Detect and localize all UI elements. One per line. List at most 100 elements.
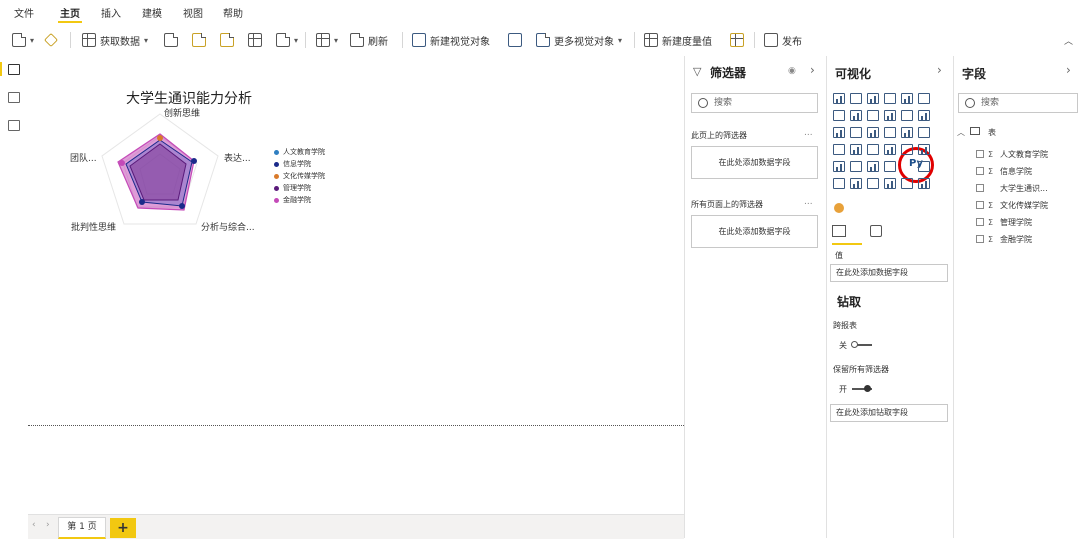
stacked-column-visual-icon[interactable]	[850, 93, 862, 104]
field-checkbox[interactable]	[976, 184, 984, 192]
r-visual-visual-icon[interactable]	[884, 161, 896, 172]
line-column-visual-icon[interactable]	[884, 110, 896, 121]
filled-map-visual-icon[interactable]	[850, 144, 862, 155]
refresh-button[interactable]: 刷新	[350, 30, 388, 50]
field-checkbox[interactable]	[976, 235, 984, 243]
field-checkbox[interactable]	[976, 150, 984, 158]
line-visual-icon[interactable]	[833, 110, 845, 121]
all-pages-filter-dropzone[interactable]: 在此处添加数据字段	[691, 215, 818, 248]
field-item[interactable]: Σ 文化传媒学院	[976, 199, 1048, 211]
clustered-bar-visual-icon[interactable]	[867, 93, 879, 104]
table-visual-icon[interactable]	[850, 161, 862, 172]
quick-measure-button[interactable]	[730, 30, 744, 50]
tab-file[interactable]: 文件	[14, 5, 34, 20]
more-visual-icon[interactable]	[918, 178, 930, 189]
radar-chart[interactable]	[100, 110, 230, 230]
field-checkbox[interactable]	[976, 201, 984, 209]
line-clustered-visual-icon[interactable]	[901, 110, 913, 121]
100pct-bar-visual-icon[interactable]	[901, 93, 913, 104]
tab-insert[interactable]: 插入	[101, 5, 121, 20]
ribbon-visual-icon[interactable]	[918, 110, 930, 121]
legend-item[interactable]: 管理学院	[274, 182, 325, 194]
point-top[interactable]	[157, 135, 163, 141]
card-visual-icon[interactable]	[884, 144, 896, 155]
stacked-area-visual-icon[interactable]	[867, 110, 879, 121]
slicer-visual-icon[interactable]	[833, 161, 845, 172]
add-page-button[interactable]: +	[110, 518, 136, 538]
field-item[interactable]: Σ 金融学院	[976, 233, 1032, 245]
qa-visual-icon[interactable]	[850, 178, 862, 189]
donut-visual-icon[interactable]	[901, 127, 913, 138]
filters-search-input[interactable]: 搜索	[691, 93, 818, 113]
kpi-visual-icon[interactable]	[918, 144, 930, 155]
scatter-visual-icon[interactable]	[867, 127, 879, 138]
multirow-card-visual-icon[interactable]	[901, 144, 913, 155]
funnel-visual-icon[interactable]	[850, 127, 862, 138]
custom-visual-icon[interactable]	[834, 203, 844, 213]
collapse-ribbon-icon[interactable]: ︿	[1064, 34, 1073, 47]
new-visual-button[interactable]: 新建视觉对象	[412, 30, 490, 50]
arcgis-visual-icon[interactable]	[901, 178, 913, 189]
report-view-icon[interactable]	[8, 64, 20, 75]
tab-modeling[interactable]: 建模	[142, 5, 162, 20]
field-checkbox[interactable]	[976, 167, 984, 175]
field-item[interactable]: Σ 管理学院	[976, 216, 1032, 228]
table-name[interactable]: 表	[988, 127, 996, 138]
field-item[interactable]: Σ 信息学院	[976, 165, 1032, 177]
legend-item[interactable]: 信息学院	[274, 158, 325, 170]
field-item[interactable]: 大学生通识...	[976, 182, 1048, 194]
recent-sources-button[interactable]: ▾	[276, 30, 298, 50]
point-right[interactable]	[191, 158, 197, 164]
expand-table-icon[interactable]: ︿	[957, 127, 965, 138]
powerbi-dataset-button[interactable]	[192, 30, 206, 50]
100pct-column-visual-icon[interactable]	[918, 93, 930, 104]
tab-home[interactable]: 主页	[58, 5, 82, 23]
treemap-visual-icon[interactable]	[918, 127, 930, 138]
drillthrough-dropzone[interactable]: 在此处添加钻取字段	[830, 404, 948, 422]
more-visuals-button[interactable]: 更多视觉对象 ▾	[536, 30, 622, 50]
tab-help[interactable]: 帮助	[223, 5, 243, 20]
collapse-fields-icon[interactable]: ›	[1066, 63, 1071, 77]
transform-data-button[interactable]: ▾	[316, 30, 338, 50]
data-view-icon[interactable]	[8, 92, 20, 103]
gauge-visual-icon[interactable]	[867, 144, 879, 155]
decomposition-visual-icon[interactable]	[833, 178, 845, 189]
text-box-button[interactable]	[508, 30, 522, 50]
waterfall-visual-icon[interactable]	[833, 127, 845, 138]
sql-server-button[interactable]	[220, 30, 234, 50]
prev-page-icon[interactable]: ‹	[32, 520, 36, 530]
page-tab-1[interactable]: 第 1 页	[58, 517, 106, 539]
clustered-column-visual-icon[interactable]	[884, 93, 896, 104]
enter-data-button[interactable]	[248, 30, 262, 50]
field-checkbox[interactable]	[976, 218, 984, 226]
next-page-icon[interactable]: ›	[46, 520, 50, 530]
paginated-visual-icon[interactable]	[884, 178, 896, 189]
model-view-icon[interactable]	[8, 120, 20, 131]
fields-tab-icon[interactable]	[832, 225, 846, 237]
format-tab-icon[interactable]	[870, 225, 882, 237]
format-painter-button[interactable]	[43, 30, 59, 50]
smart-narrative-visual-icon[interactable]	[867, 178, 879, 189]
legend-item[interactable]: 人文教育学院	[274, 146, 325, 158]
values-dropzone[interactable]: 在此处添加数据字段	[830, 264, 948, 282]
collapse-filters-icon[interactable]: ›	[810, 63, 815, 77]
field-item[interactable]: Σ 人文教育学院	[976, 148, 1048, 160]
point-bottom-right[interactable]	[179, 203, 185, 209]
stacked-bar-visual-icon[interactable]	[833, 93, 845, 104]
paste-button[interactable]: ▾	[12, 30, 34, 50]
publish-button[interactable]: 发布	[764, 30, 802, 50]
tab-view[interactable]: 视图	[183, 5, 203, 20]
excel-button[interactable]	[164, 30, 178, 50]
key-influencers-visual-icon[interactable]	[918, 161, 930, 172]
more-options-icon[interactable]: ...	[804, 128, 813, 138]
collapse-viz-icon[interactable]: ›	[937, 63, 942, 77]
fields-search-input[interactable]: 搜索	[958, 93, 1078, 113]
point-left[interactable]	[119, 160, 125, 166]
pie-visual-icon[interactable]	[884, 127, 896, 138]
page-filter-dropzone[interactable]: 在此处添加数据字段	[691, 146, 818, 179]
eye-icon[interactable]: ◉	[788, 66, 796, 76]
map-visual-icon[interactable]	[833, 144, 845, 155]
area-visual-icon[interactable]	[850, 110, 862, 121]
more-options-icon[interactable]: ...	[804, 197, 813, 207]
get-data-button[interactable]: 获取数据 ▾	[82, 30, 148, 50]
